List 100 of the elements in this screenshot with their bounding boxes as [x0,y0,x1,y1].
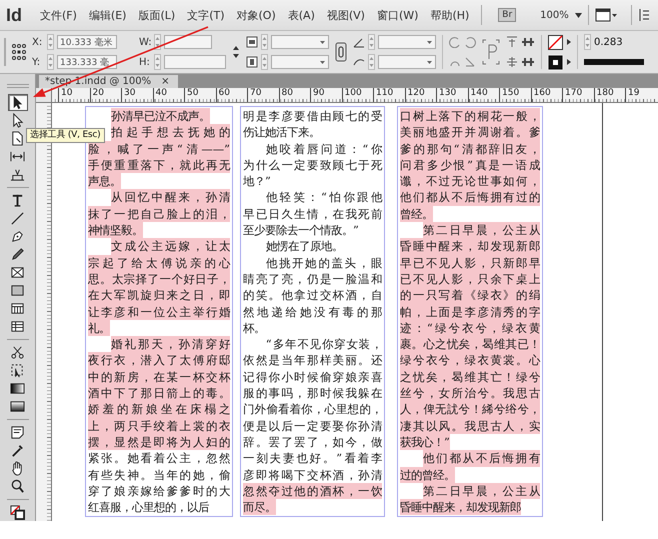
text-line: 地？” [243,173,271,190]
text-line: 服的事吗，那时候我躲在 [243,385,382,402]
tooltip: 选择工具 (V, Esc) [26,128,104,143]
ruler-label: 150 [499,88,530,102]
bridge-button[interactable]: Br [498,8,516,22]
text-line: 有些失神。当年的她，偷 [88,466,230,483]
scale-y-icon [246,56,258,68]
menu-item[interactable]: 对象(O) [230,8,282,22]
distribute-icon [521,36,535,48]
pencil-icon [10,247,25,262]
align-top-icon [506,36,518,48]
menu-item[interactable]: 版面(L) [132,8,182,22]
menu-item[interactable]: 文件(F) [34,8,83,22]
text-line: 他挑开她的盖头，眼 [264,254,382,271]
text-line: 依然是当年那样美丽。还 [243,352,382,369]
collector-icon [10,167,25,182]
constrain-icon [232,45,240,59]
app-logo: Id [6,4,22,26]
menu-item[interactable]: 视图(V) [320,8,371,22]
stroke-swatch-icon [548,54,564,70]
text-line: 彦即将喝下交杯酒，孙清 [243,466,382,483]
caret-icon [320,60,325,64]
page-icon [10,131,25,146]
y-position-field[interactable]: 133.333 毫 [57,55,117,69]
ruler-label: 70 [247,88,278,102]
flip-icon [464,56,476,68]
text-line: 紧张。她看着公主，忽然 [88,450,230,467]
stroke-weight-field[interactable]: 0.283 [594,36,623,48]
no-fill-icon [548,34,564,50]
menu-item[interactable]: 编辑(E) [82,8,132,22]
reference-point-icon [12,44,26,60]
ruler-label: 120 [404,88,436,102]
rotate-cw-icon [449,36,461,48]
caret-icon [427,60,432,64]
field-label: H: [139,56,151,68]
zoom-dropdown[interactable]: 100% [540,10,582,20]
gradient-swatch-icon [10,381,25,396]
zoom-value: 100% [540,10,569,20]
ruler-label: 170 [562,88,594,102]
scale-x-icon [246,36,258,48]
selection-tool[interactable] [8,94,28,111]
text-line: 便是以后一定要娶你孙清 [243,418,382,434]
text-line: 杯。 [243,320,265,336]
text-line: 伤让她活下来。 [243,124,320,141]
angle-icon [353,36,365,48]
ruler-label: 140 [468,88,499,102]
menu-item[interactable]: 表(A) [282,8,321,22]
align-center-icon [506,56,518,68]
text-line: 为什么一定要致顾七于死 [243,156,382,174]
fillstroke-tool[interactable] [8,504,28,521]
distribute-icon [521,56,535,68]
menu-item[interactable]: 文字(T) [181,8,230,22]
text-line: 然地递给她没有毒的那 [243,304,382,320]
text-line: 她愣在了原地。 [264,238,343,255]
x-position-field[interactable]: 10.333 毫米 [57,35,117,49]
pen-icon [10,229,25,244]
rotate-ccw-icon [464,36,476,48]
ruler-label: 30 [121,88,152,102]
text-line: 明是李彦要借由顾七的受 [243,108,382,124]
field-label: X: [32,36,44,48]
rectangle-icon [10,283,25,298]
ruler-label: 50 [184,88,216,102]
text-line: 穿了娘亲嫁给爹爹时的大 [88,482,230,500]
text-line: 的笑。他拿过交杯酒，自 [243,287,382,304]
close-button[interactable]: × [161,76,170,87]
note-icon [10,425,25,440]
text-line: 一刻夫妻也好。”看着李 [243,450,382,467]
menu-item[interactable]: 窗口(W) [370,8,424,22]
panel-icon [638,8,650,22]
caret-icon [320,40,325,44]
spinner-icon[interactable] [154,34,161,50]
field-label: W: [139,36,151,48]
gap-icon [10,149,25,164]
text-line: 红喜服，心里想的，以后 [88,499,209,516]
ruler-label: 100 [342,88,373,102]
ruler-label: 160 [530,88,562,102]
fill-stroke-icon [10,505,25,520]
text-line: 他轻笑：“怕你跟他 [264,189,382,206]
table-columns-icon [10,319,25,334]
ruler-label: 19 [625,88,656,102]
ruler-label: 60 [216,88,247,102]
free-transform-icon [10,363,25,378]
type-icon [10,193,25,208]
menu-item[interactable]: 帮助(H) [424,8,476,22]
paragraph-frame-icon [482,39,500,65]
text-line: 记得你小时候偷穿娘亲喜 [243,368,382,386]
gradient-feather-icon [10,399,25,414]
zoom-icon [10,479,25,494]
field-label: Y: [32,56,42,68]
height-field[interactable] [164,55,226,69]
text-line: “多年不见你穿女装， [264,336,382,352]
text-line: 睛亮了亮，仍是一脸温和 [243,270,382,288]
width-field[interactable] [164,35,212,49]
ruler-label: 110 [373,88,404,102]
ruler-label: 90 [310,88,342,102]
rectangle-frame-icon [10,265,25,280]
caret-icon [427,40,432,44]
eyedropper-icon [10,443,25,458]
ruler-label: 130 [436,88,468,102]
chain-icon [335,42,347,62]
